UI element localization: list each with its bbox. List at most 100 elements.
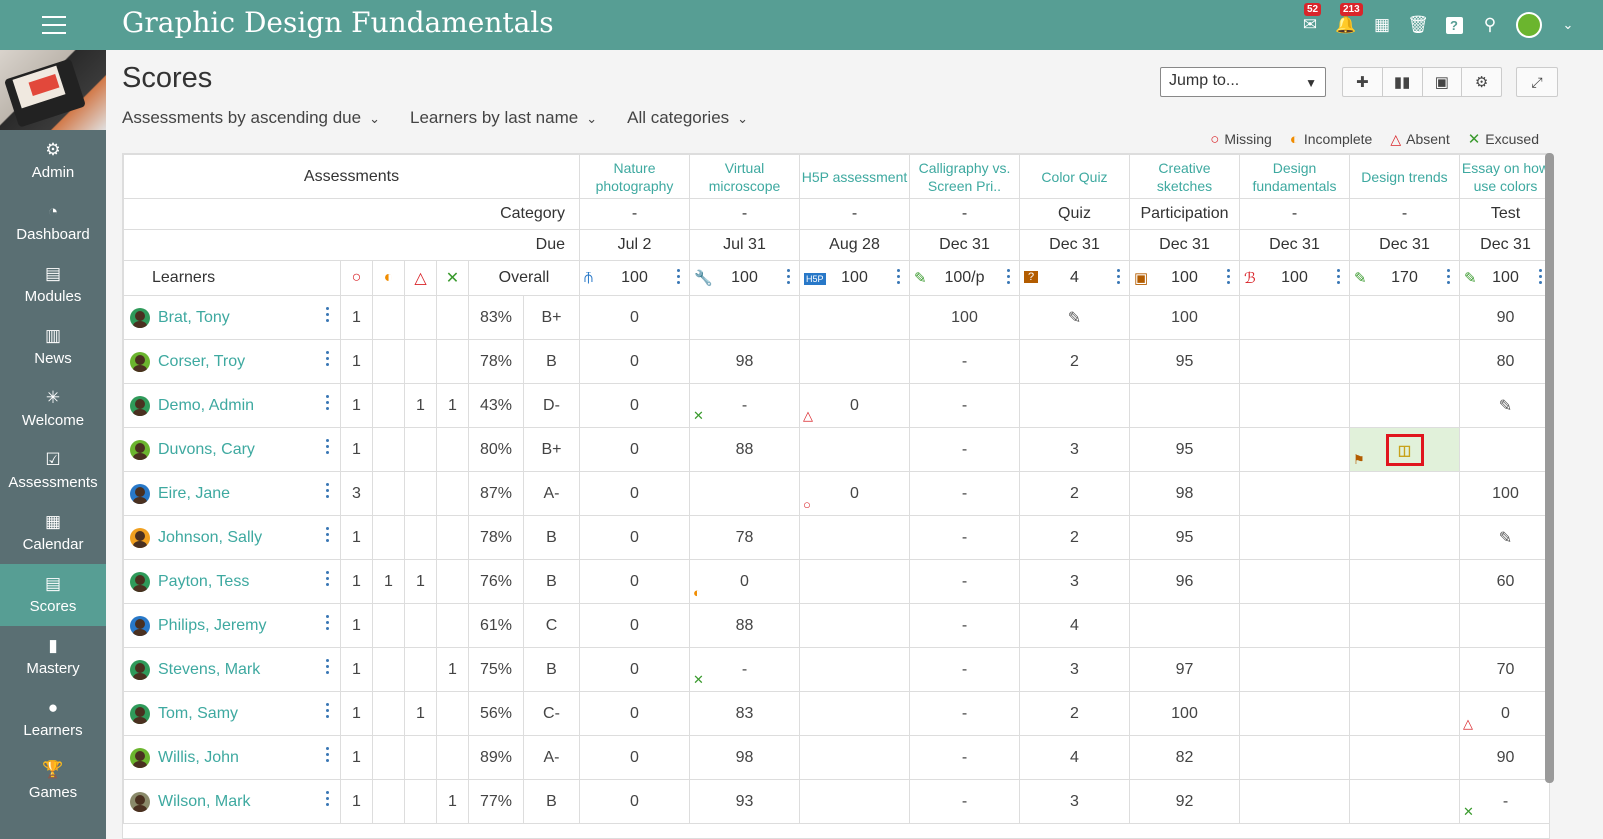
assessment-points-cell[interactable]: ? 4 [1019,260,1130,296]
score-cell[interactable]: - [909,383,1020,428]
assessment-header[interactable]: Design trends [1349,154,1460,199]
sidebar-item-modules[interactable]: ▤ Modules [0,254,106,316]
score-cell[interactable] [1129,383,1240,428]
score-cell[interactable]: 70 [1459,647,1549,692]
incomplete-column-header[interactable]: ◐ [372,260,405,296]
learner-menu-icon[interactable] [326,527,330,547]
sidebar-item-mastery[interactable]: ▮ Mastery [0,626,106,688]
score-cell[interactable] [799,691,910,736]
sidebar-item-dashboard[interactable]: ◔ Dashboard [0,192,106,254]
score-cell[interactable]: 4 [1019,603,1130,648]
messages-icon[interactable]: ✉ 52 [1299,3,1322,36]
score-cell[interactable] [799,779,910,824]
learner-name[interactable]: Tom, Samy [158,705,238,722]
gear-icon[interactable]: ⚙ [1462,68,1501,96]
score-cell[interactable]: - [909,515,1020,560]
score-cell[interactable]: 97 [1129,647,1240,692]
score-cell[interactable] [1459,603,1549,648]
assessment-menu-icon[interactable] [1539,269,1543,289]
learner-menu-icon[interactable] [326,351,330,371]
score-cell[interactable]: ✕ - [689,647,800,692]
assessment-menu-icon[interactable] [1447,269,1451,289]
score-cell[interactable]: 2 [1019,515,1130,560]
score-cell[interactable] [1239,515,1350,560]
score-cell[interactable] [1239,691,1350,736]
score-cell[interactable] [1459,427,1549,472]
score-cell[interactable] [1349,647,1460,692]
learner-name[interactable]: Philips, Jeremy [158,617,266,634]
learner-name[interactable]: Corser, Troy [158,353,245,370]
assessment-name[interactable]: Design fundamentals [1241,159,1349,195]
score-cell[interactable] [1239,603,1350,648]
learner-name[interactable]: Brat, Tony [158,309,230,326]
learner-menu-icon[interactable] [326,395,330,415]
score-cell[interactable] [1349,339,1460,384]
score-cell[interactable]: 0 [579,295,690,340]
score-cell[interactable] [799,339,910,384]
assessment-name[interactable]: Design trends [1351,168,1459,186]
score-cell[interactable] [1239,735,1350,780]
score-cell[interactable]: ◐ 0 [689,559,800,604]
learner-menu-icon[interactable] [326,483,330,503]
score-cell[interactable]: 93 [689,779,800,824]
score-cell[interactable] [1239,559,1350,604]
score-cell[interactable] [799,735,910,780]
score-cell[interactable]: 2 [1019,691,1130,736]
assessment-name[interactable]: Calligraphy vs. Screen Pri.. [911,159,1019,195]
help-icon[interactable]: ? [1443,14,1465,36]
score-cell[interactable] [1349,735,1460,780]
vertical-scrollbar[interactable] [1545,153,1554,783]
score-cell[interactable] [799,603,910,648]
score-cell[interactable]: - [909,603,1020,648]
score-cell[interactable] [1349,295,1460,340]
calendar-icon[interactable]: ▦ [1371,14,1393,36]
score-cell[interactable]: △ 0 [799,383,910,428]
score-cell[interactable] [1239,779,1350,824]
open-submission-button[interactable]: ◫ [1385,433,1424,466]
learner-menu-icon[interactable] [326,615,330,635]
assessment-points-cell[interactable]: ✎ 170 [1349,260,1460,296]
learner-menu-icon[interactable] [326,439,330,459]
jump-to-select[interactable]: Jump to... ▼ [1160,67,1326,97]
score-cell[interactable] [689,471,800,516]
score-cell[interactable]: 0 [579,691,690,736]
score-cell[interactable] [1349,515,1460,560]
score-cell[interactable]: 88 [689,427,800,472]
score-cell[interactable]: 98 [689,735,800,780]
assessment-menu-icon[interactable] [897,269,901,289]
score-cell[interactable] [1349,471,1460,516]
score-cell[interactable]: - [909,691,1020,736]
assessment-menu-icon[interactable] [1227,269,1231,289]
excused-column-header[interactable]: ✕ [436,260,469,296]
learner-name[interactable]: Johnson, Sally [158,529,262,546]
score-cell[interactable]: 92 [1129,779,1240,824]
sidebar-item-scores[interactable]: ▤ Scores [0,564,106,626]
score-cell[interactable] [1349,559,1460,604]
assessment-points-cell[interactable]: ▣ 100 [1129,260,1240,296]
assessment-points-cell[interactable]: H5P 100 [799,260,910,296]
score-cell[interactable]: ✎ [1459,515,1549,560]
score-cell[interactable]: 90 [1459,735,1549,780]
pencil-icon[interactable]: ✎ [1499,530,1512,547]
assessment-header[interactable]: Essay on how use colors [1459,154,1549,199]
learner-menu-icon[interactable] [326,747,330,767]
score-cell[interactable]: - [909,471,1020,516]
filter-assessments-order[interactable]: Assessments by ascending due ⌄ [122,108,380,128]
learner-name[interactable]: Wilson, Mark [158,793,250,810]
score-cell[interactable]: 83 [689,691,800,736]
score-cell[interactable]: 3 [1019,559,1130,604]
learner-name[interactable]: Duvons, Cary [158,441,255,458]
assessment-points-cell[interactable]: ✎ 100 [1459,260,1549,296]
score-cell[interactable] [1349,779,1460,824]
score-cell[interactable]: - [909,735,1020,780]
score-cell[interactable]: 3 [1019,427,1130,472]
score-cell[interactable] [1239,295,1350,340]
score-cell[interactable]: △ 0 [1459,691,1549,736]
score-cell[interactable]: 0 [579,779,690,824]
assessment-name[interactable]: Virtual microscope [691,159,799,195]
score-cell[interactable] [1239,339,1350,384]
pencil-icon[interactable]: ✎ [1068,310,1081,327]
score-cell[interactable]: 4 [1019,735,1130,780]
score-cell[interactable] [799,515,910,560]
learner-name[interactable]: Stevens, Mark [158,661,260,678]
